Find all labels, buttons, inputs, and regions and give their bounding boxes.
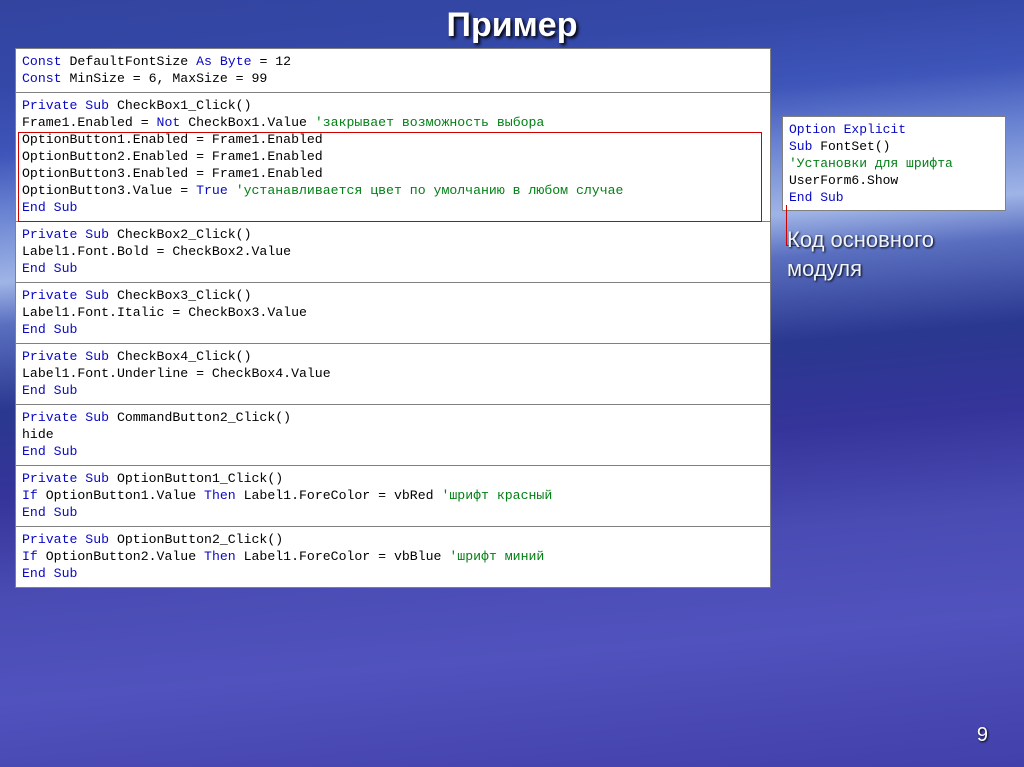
code-block: Private Sub CheckBox3_Click() Label1.Fon…	[22, 287, 764, 338]
code-section-commandbutton2: Private Sub CommandButton2_Click() hide …	[16, 405, 770, 466]
page-number: 9	[977, 724, 988, 747]
code-section-checkbox4: Private Sub CheckBox4_Click() Label1.Fon…	[16, 344, 770, 405]
code-section-optionbutton1: Private Sub OptionButton1_Click() If Opt…	[16, 466, 770, 527]
module-caption: Код основного модуля	[787, 226, 1002, 283]
module-code-panel: Option Explicit Sub FontSet() 'Установки…	[782, 116, 1006, 211]
code-block: Private Sub OptionButton1_Click() If Opt…	[22, 470, 764, 521]
code-block: Private Sub CheckBox2_Click() Label1.Fon…	[22, 226, 764, 277]
main-code-panel: Const DefaultFontSize As Byte = 12 Const…	[15, 48, 771, 588]
code-section-optionbutton2: Private Sub OptionButton2_Click() If Opt…	[16, 527, 770, 587]
slide-title: Пример	[0, 6, 1024, 45]
code-block: Private Sub OptionButton2_Click() If Opt…	[22, 531, 764, 582]
code-block: Option Explicit Sub FontSet() 'Установки…	[783, 117, 1005, 210]
code-block: Private Sub CommandButton2_Click() hide …	[22, 409, 764, 460]
code-block: Private Sub CheckBox1_Click() Frame1.Ena…	[22, 97, 764, 216]
slide: Пример Const DefaultFontSize As Byte = 1…	[0, 0, 1024, 767]
code-block: Private Sub CheckBox4_Click() Label1.Fon…	[22, 348, 764, 399]
code-section-checkbox2: Private Sub CheckBox2_Click() Label1.Fon…	[16, 222, 770, 283]
code-section-checkbox1: Private Sub CheckBox1_Click() Frame1.Ena…	[16, 93, 770, 222]
code-block: Const DefaultFontSize As Byte = 12 Const…	[22, 53, 764, 87]
code-section-checkbox3: Private Sub CheckBox3_Click() Label1.Fon…	[16, 283, 770, 344]
code-section-const: Const DefaultFontSize As Byte = 12 Const…	[16, 49, 770, 93]
